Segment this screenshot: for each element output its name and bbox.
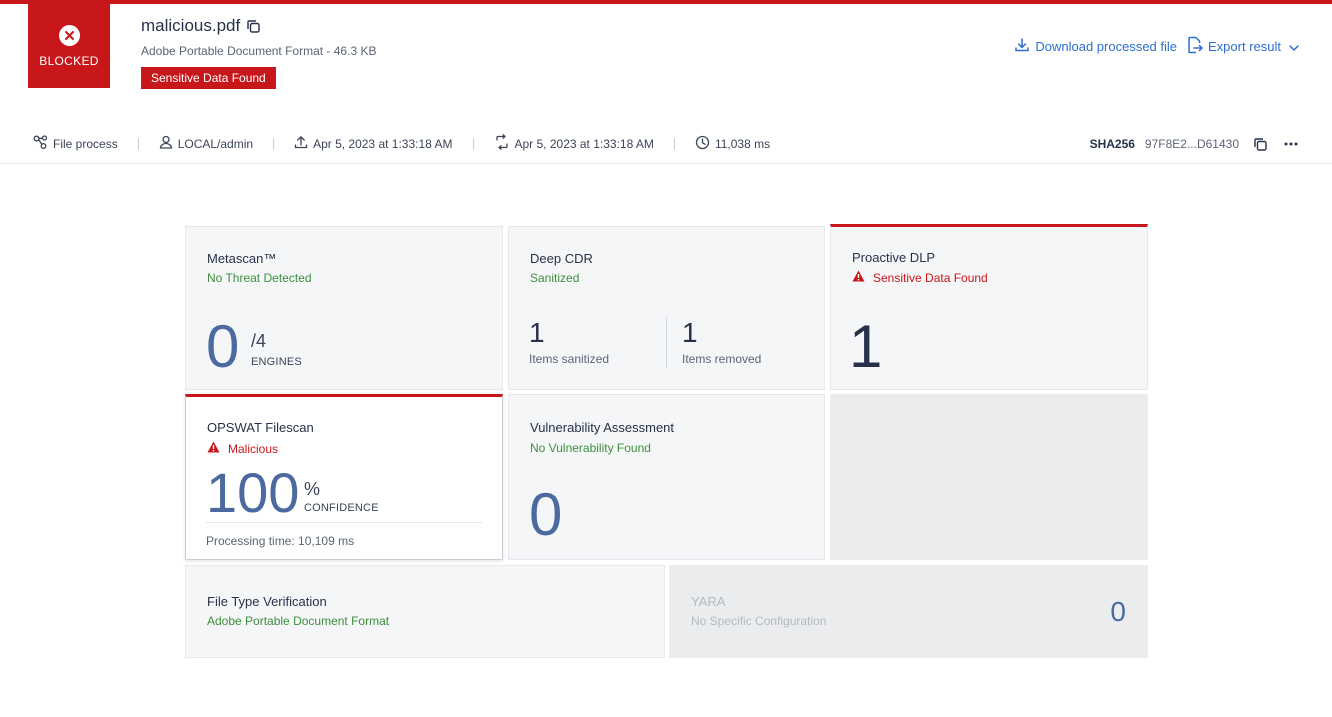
metascan-card[interactable]: Metascan™ No Threat Detected 0 /4 ENGINE… <box>185 226 503 390</box>
process-icon <box>33 135 53 152</box>
meta-bar: File process LOCAL/admin Apr 5, 2023 at … <box>0 124 1332 164</box>
user-label: LOCAL/admin <box>177 136 254 151</box>
download-icon <box>1014 37 1035 56</box>
deepcdr-removed-label: Items removed <box>682 352 762 366</box>
meta-uploaded: Apr 5, 2023 at 1:33:18 AM <box>294 135 453 152</box>
filetype-title: File Type Verification <box>207 594 327 609</box>
filescan-value: 100 <box>206 461 300 524</box>
close-icon <box>58 24 80 46</box>
deepcdr-title: Deep CDR <box>530 251 593 266</box>
top-accent-line <box>0 0 1332 4</box>
metascan-unit-label: ENGINES <box>251 356 302 368</box>
copy-icon[interactable] <box>1253 137 1268 152</box>
deepcdr-removed-value: 1 <box>682 317 698 348</box>
metascan-total: /4 <box>251 331 267 351</box>
meta-processed: Apr 5, 2023 at 1:33:18 AM <box>494 134 654 153</box>
uploaded-time: Apr 5, 2023 at 1:33:18 AM <box>313 136 453 151</box>
dlp-card[interactable]: Proactive DLP Sensitive Data Found 1 <box>830 224 1148 390</box>
process-label: File process <box>53 136 118 151</box>
clock-icon <box>695 135 715 153</box>
filescan-divider <box>206 522 482 523</box>
warning-icon <box>852 270 873 285</box>
deepcdr-divider <box>666 317 667 369</box>
dlp-value: 1 <box>849 313 883 380</box>
vuln-status: No Vulnerability Found <box>530 441 651 455</box>
blocked-badge: BLOCKED <box>28 4 110 88</box>
meta-divider <box>673 137 675 150</box>
user-icon <box>159 135 178 152</box>
filescan-unit: % <box>304 479 321 499</box>
metascan-title: Metascan™ <box>207 251 277 266</box>
empty-card <box>830 394 1148 560</box>
copy-icon[interactable] <box>246 19 261 34</box>
dlp-status: Sensitive Data Found <box>852 270 988 285</box>
dlp-title: Proactive DLP <box>852 250 936 265</box>
file-title: malicious.pdf <box>141 16 261 36</box>
meta-process: File process <box>33 135 118 152</box>
duration-label: 11,038 ms <box>714 136 771 151</box>
meta-divider <box>472 137 474 150</box>
meta-user: LOCAL/admin <box>159 135 253 152</box>
filescan-card[interactable]: OPSWAT Filescan Malicious 100 % CONFIDEN… <box>185 394 503 560</box>
meta-divider <box>137 137 139 150</box>
deepcdr-status: Sanitized <box>530 271 580 285</box>
filetype-status: Adobe Portable Document Format <box>207 614 390 628</box>
deepcdr-card[interactable]: Deep CDR Sanitized 1 Items sanitized 1 I… <box>508 226 825 390</box>
filescan-title: OPSWAT Filescan <box>207 420 314 435</box>
meta-duration: 11,038 ms <box>695 135 770 153</box>
upload-icon <box>294 135 313 152</box>
filescan-processing-time: Processing time: 10,109 ms <box>206 534 355 548</box>
yara-status: No Specific Configuration <box>691 614 827 628</box>
download-processed-file-button[interactable]: Download processed file <box>1014 37 1177 56</box>
vuln-title: Vulnerability Assessment <box>530 420 675 435</box>
file-name: malicious.pdf <box>141 16 241 35</box>
filescan-unit-label: CONFIDENCE <box>304 502 379 514</box>
file-subtitle: Adobe Portable Document Format - 46.3 KB <box>141 44 377 58</box>
sha-label: SHA256 <box>1089 137 1135 151</box>
sync-icon <box>494 134 515 153</box>
yara-title: YARA <box>691 594 726 609</box>
metascan-value: 0 <box>206 313 240 380</box>
sha-area: SHA256 97F8E2...D61430 <box>1090 124 1298 164</box>
export-result-button[interactable]: Export result <box>1187 36 1304 57</box>
blocked-label: BLOCKED <box>39 53 99 68</box>
yara-card[interactable]: YARA No Specific Configuration 0 <box>669 565 1148 658</box>
metascan-status: No Threat Detected <box>207 271 312 285</box>
warning-icon <box>207 441 228 456</box>
more-icon[interactable] <box>1284 142 1298 146</box>
export-icon <box>1187 36 1208 57</box>
sha-value: 97F8E2...D61430 <box>1144 137 1239 151</box>
deepcdr-sanitized-label: Items sanitized <box>529 352 610 366</box>
filetype-card[interactable]: File Type Verification Adobe Portable Do… <box>185 565 665 658</box>
meta-divider <box>273 137 275 150</box>
filescan-status: Malicious <box>207 441 278 456</box>
vuln-value: 0 <box>529 481 563 548</box>
dlp-status-text: Sensitive Data Found <box>873 270 988 285</box>
vuln-card[interactable]: Vulnerability Assessment No Vulnerabilit… <box>508 394 825 560</box>
export-label: Export result <box>1208 39 1281 54</box>
chevron-down-icon <box>1289 39 1304 54</box>
processed-time: Apr 5, 2023 at 1:33:18 AM <box>514 136 654 151</box>
header-actions: Download processed file Export result <box>1014 36 1304 57</box>
download-label: Download processed file <box>1035 39 1178 54</box>
deepcdr-sanitized-value: 1 <box>529 317 545 348</box>
filescan-status-text: Malicious <box>228 441 279 456</box>
sensitive-data-badge: Sensitive Data Found <box>141 67 276 89</box>
yara-value: 0 <box>1110 596 1126 627</box>
